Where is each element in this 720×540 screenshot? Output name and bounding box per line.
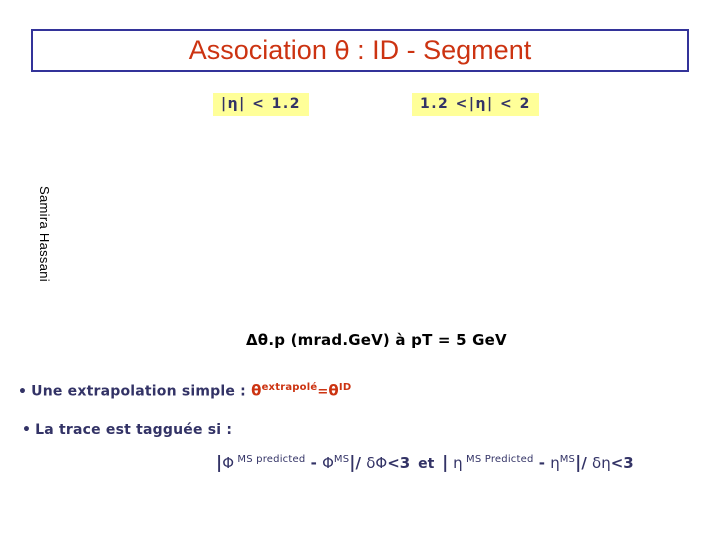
slide-title-box: Association θ : ID - Segment (31, 29, 689, 72)
slide-canvas: Association θ : ID - Segment |η| < 1.2 1… (0, 0, 720, 540)
equals-operator: = (317, 384, 329, 400)
theta-symbol: θ (334, 36, 350, 65)
bullet-text-tagging: La trace est tagguée si : (35, 422, 233, 438)
eta-range-label-central: |η| < 1.2 (213, 93, 309, 116)
formula-part-greek-8: δΦ (366, 454, 388, 472)
formula-part-greek-4: Φ (322, 454, 334, 472)
formula-part-op-18: / (581, 454, 593, 472)
theta-id-symbol: θ (328, 381, 339, 400)
formula-part-op-14: - (533, 454, 551, 472)
page-title-prefix: Association (188, 35, 335, 65)
theta-extrapolated-symbol: θ (251, 381, 262, 400)
formula-part-et-10: et (413, 456, 440, 472)
formula-part-greek-12: η (448, 454, 463, 472)
formula-part-op-3: - (305, 454, 323, 472)
formula-part-num-20: <3 (610, 454, 634, 472)
bullet-item-tagging: • La trace est tagguée si : (22, 423, 232, 437)
plot-caption: Δθ.p (mrad.GeV) à pT = 5 GeV (246, 331, 507, 349)
formula-part-greek-15: η (550, 454, 560, 472)
formula-part-greek-1: Φ (222, 454, 235, 472)
bullet-dot-icon: • (18, 383, 28, 400)
bullet-text-extrapolation: Une extrapolation simple : (31, 383, 252, 400)
formula-part-sup-16: MS (559, 454, 576, 465)
formula-part-sup-5: MS (333, 454, 350, 465)
formula-part-sup-13: MS Predicted (462, 454, 534, 465)
eta-range-label-forward: 1.2 <|η| < 2 (412, 93, 539, 116)
formula-part-num-9: <3 (387, 454, 411, 472)
page-title: Association θ : ID - Segment (189, 37, 531, 64)
bullet-item-extrapolation: • Une extrapolation simple : θextrapolé=θ… (18, 383, 351, 399)
theta-extrapolated-superscript: extrapolé (261, 382, 318, 393)
author-name-vertical: Samira Hassani (37, 186, 52, 282)
formula-part-greek-19: δη (592, 454, 611, 472)
tagging-condition-formula: |Φ MS predicted - ΦMS|/ δΦ<3 et | η MS P… (216, 455, 634, 472)
formula-part-sup-2: MS predicted (234, 454, 306, 465)
bullet-dot-icon: • (22, 422, 32, 438)
theta-id-superscript: ID (338, 382, 352, 393)
formula-part-op-7: / (355, 454, 367, 472)
page-title-suffix: : ID - Segment (349, 35, 532, 65)
